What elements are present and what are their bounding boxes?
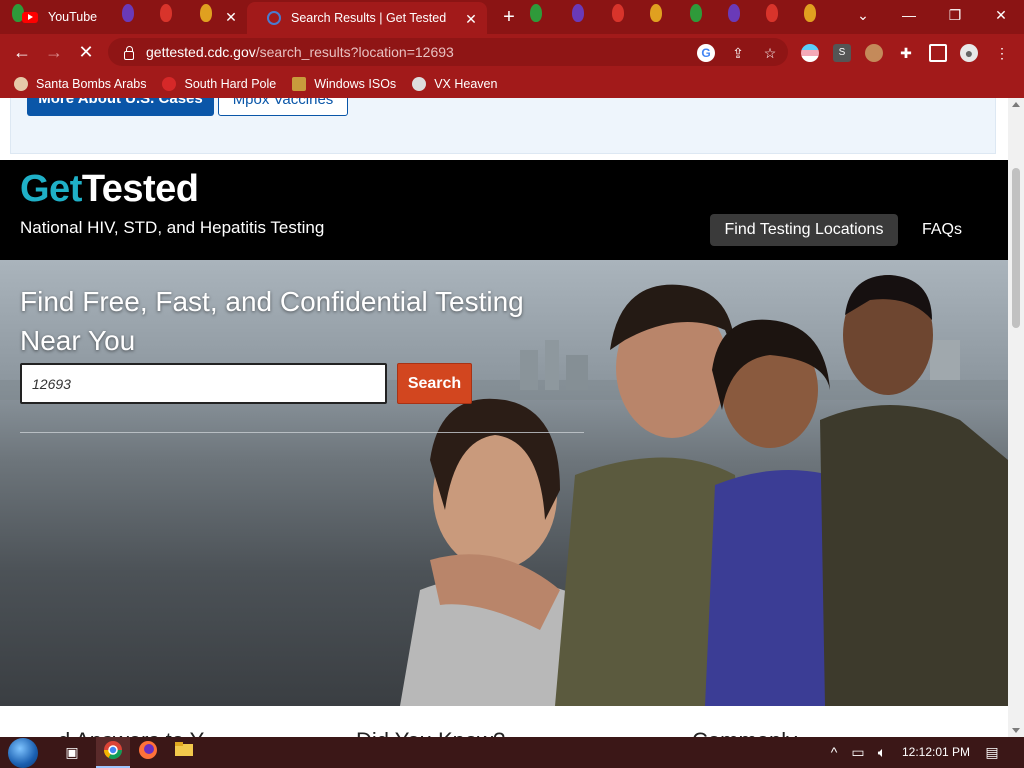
bookmark-label: VX Heaven — [434, 77, 498, 91]
forward-icon[interactable]: → — [42, 40, 66, 64]
bookmark-star-icon[interactable]: ☆ — [761, 44, 779, 62]
alert-banner: More About U.S. Cases Mpox Vaccines — [10, 98, 996, 154]
tab-youtube[interactable]: YouTube ✕ — [0, 0, 247, 34]
chrome-taskbar-icon[interactable] — [101, 740, 125, 764]
back-icon[interactable]: ← — [10, 40, 34, 64]
bookmark-label: South Hard Pole — [184, 77, 277, 91]
close-tab-icon[interactable]: ✕ — [463, 11, 479, 27]
windows-taskbar: ▣ ^ ▭ 🔈︎ 12:12:01 PM ▤ — [0, 737, 1024, 768]
google-lens-icon[interactable]: G — [697, 44, 715, 62]
page-viewport: More About U.S. Cases Mpox Vaccines GetT… — [0, 98, 1008, 737]
bookmark-label: Santa Bombs Arabs — [36, 77, 147, 91]
bookmark-item[interactable]: South Hard Pole — [162, 77, 276, 91]
bookmark-favicon-icon — [292, 77, 307, 91]
bookmark-favicon-icon — [162, 77, 177, 91]
url-host: gettested.cdc.gov — [146, 44, 256, 60]
scrollbar-thumb[interactable] — [1012, 168, 1020, 328]
profile-icon[interactable]: ● — [960, 44, 978, 62]
bookmark-item[interactable]: Santa Bombs Arabs — [14, 77, 146, 91]
lock-icon — [124, 45, 134, 60]
volume-icon[interactable]: 🔈︎ — [872, 740, 892, 764]
tab-title: Search Results | Get Tested — [291, 11, 447, 25]
file-explorer-taskbar-icon[interactable] — [172, 740, 196, 764]
below-fold-section: d Answers to Y Did You Know? Commonly — [0, 706, 1008, 737]
browser-toolbar: ← → ✕ gettested.cdc.gov /search_results?… — [0, 34, 1024, 70]
search-button[interactable]: Search — [397, 363, 472, 404]
logo-part-get: Get — [20, 168, 82, 210]
bookmark-label: Windows ISOs — [314, 77, 397, 91]
tab-search-chevron-icon[interactable]: ⌄ — [840, 0, 886, 30]
tab-search-results[interactable]: Search Results | Get Tested ✕ — [247, 2, 487, 34]
stop-loading-icon[interactable]: ✕ — [74, 40, 98, 64]
bookmark-favicon-icon — [14, 77, 28, 91]
hero-title: Find Free, Fast, and Confidential Testin… — [20, 286, 524, 356]
site-tagline: National HIV, STD, and Hepatitis Testing — [20, 218, 325, 237]
bookmark-item[interactable]: Windows ISOs — [292, 77, 396, 91]
minimize-icon[interactable]: — — [886, 0, 932, 30]
restore-icon[interactable]: ❐ — [932, 0, 978, 30]
menu-kebab-icon[interactable]: ⋮ — [993, 44, 1011, 62]
extension-s-icon[interactable]: S — [833, 44, 851, 62]
hero-banner: Find Free, Fast, and Confidential Testin… — [0, 260, 1008, 706]
close-window-icon[interactable]: ✕ — [978, 0, 1024, 30]
bookmark-favicon-icon — [412, 77, 427, 91]
gettested-logo[interactable]: GetTested — [20, 168, 199, 211]
logo-part-tested: Tested — [81, 168, 199, 210]
youtube-icon — [22, 11, 38, 23]
scroll-up-icon[interactable] — [1012, 102, 1020, 107]
show-hidden-icons-icon[interactable]: ^ — [824, 740, 844, 764]
extension-avatar-icon[interactable] — [865, 44, 883, 62]
task-view-icon[interactable]: ▣ — [60, 740, 84, 764]
bookmarks-bar: Santa Bombs Arabs South Hard Pole Window… — [0, 70, 1024, 98]
side-panel-icon[interactable] — [929, 44, 947, 62]
loading-spinner-icon — [267, 11, 281, 25]
taskbar-clock[interactable]: 12:12:01 PM — [902, 745, 970, 759]
hero-divider — [20, 432, 584, 433]
below-heading-1: d Answers to Y — [58, 728, 204, 737]
more-about-cases-button[interactable]: More About U.S. Cases — [27, 98, 214, 116]
close-tab-icon[interactable]: ✕ — [223, 9, 239, 25]
url-path: /search_results?location=12693 — [255, 44, 454, 60]
location-search-input[interactable] — [20, 363, 387, 404]
tab-strip: YouTube ✕ Search Results | Get Tested ✕ … — [0, 0, 1024, 34]
nav-find-testing-locations[interactable]: Find Testing Locations — [710, 214, 898, 246]
network-icon[interactable]: ▭ — [848, 740, 868, 764]
below-heading-3: Commonly — [692, 728, 797, 737]
site-header: GetTested National HIV, STD, and Hepatit… — [0, 160, 1008, 260]
share-icon[interactable]: ⇪ — [729, 44, 747, 62]
address-bar[interactable]: gettested.cdc.gov /search_results?locati… — [108, 38, 788, 66]
notifications-icon[interactable]: ▤ — [980, 740, 1004, 764]
bookmark-item[interactable]: VX Heaven — [412, 77, 497, 91]
extensions-puzzle-icon[interactable]: ✚ — [897, 44, 915, 62]
below-heading-2: Did You Know? — [356, 728, 505, 737]
new-tab-icon[interactable]: + — [497, 6, 521, 28]
mpox-vaccines-button[interactable]: Mpox Vaccines — [218, 98, 348, 116]
firefox-taskbar-icon[interactable] — [136, 740, 160, 764]
tab-title: YouTube — [48, 10, 98, 24]
start-button[interactable] — [8, 738, 38, 768]
scroll-down-icon[interactable] — [1012, 728, 1020, 733]
nav-faqs[interactable]: FAQs — [914, 214, 970, 246]
page-scrollbar[interactable] — [1008, 98, 1024, 737]
extension-flag-icon[interactable] — [801, 44, 819, 62]
